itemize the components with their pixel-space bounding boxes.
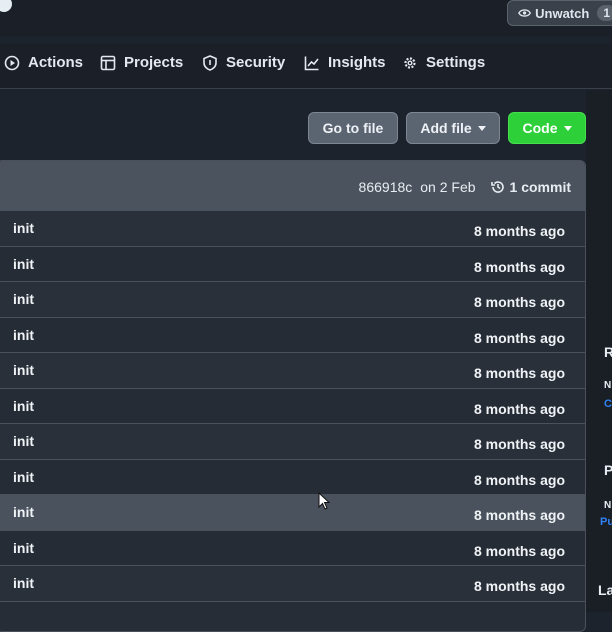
gear-icon <box>404 56 416 69</box>
add-file-label: Add file <box>420 120 472 136</box>
sidebar-link-c[interactable]: C <box>604 398 612 410</box>
avatar[interactable] <box>0 0 14 14</box>
commit-message[interactable]: init <box>13 398 34 414</box>
commit-message[interactable]: init <box>13 362 34 378</box>
unwatch-label: Unwatch <box>535 5 590 21</box>
go-to-file-button[interactable]: Go to file <box>308 112 398 144</box>
caret-down-icon <box>563 125 572 131</box>
go-to-file-label: Go to file <box>322 120 384 136</box>
graph-icon <box>304 56 319 70</box>
play-icon <box>4 55 20 70</box>
sidebar-heading-la: La <box>598 582 612 598</box>
watch-count: 1 <box>597 5 612 21</box>
sidebar-heading-r: R <box>604 344 612 360</box>
tab-insights[interactable]: Insights <box>304 54 386 71</box>
commit-message[interactable]: init <box>13 504 34 520</box>
table-row[interactable]: init 8 months ago <box>0 246 585 282</box>
table-row[interactable]: init 8 months ago <box>0 530 585 566</box>
table-row[interactable]: init 8 months ago <box>0 459 585 495</box>
sidebar-text-n1: N <box>604 380 612 391</box>
table-icon <box>100 55 116 70</box>
commit-age: 8 months ago <box>473 436 565 452</box>
tab-security-label: Security <box>226 54 286 71</box>
tab-projects[interactable]: Projects <box>100 54 183 71</box>
commit-hash[interactable]: 866918c <box>359 179 413 195</box>
commit-age: 8 months ago <box>473 400 565 417</box>
mouse-cursor-icon <box>318 492 331 510</box>
add-file-button[interactable]: Add file <box>406 112 500 144</box>
commit-age: 8 months ago <box>473 542 565 559</box>
commit-message[interactable]: init <box>13 220 34 236</box>
eye-icon <box>518 9 532 17</box>
table-row[interactable]: init 8 months ago <box>0 317 585 353</box>
sidebar-text-n2: N <box>604 500 612 511</box>
table-row-hovered[interactable]: init 8 months ago <box>0 495 585 531</box>
repo-nav: Actions Projects Security Insights Setti… <box>0 44 612 89</box>
about-sidebar: R N C P N Pu La <box>586 90 612 612</box>
commit-message[interactable]: init <box>13 540 34 556</box>
commit-age: 8 months ago <box>473 329 565 346</box>
commit-age: 8 months ago <box>473 294 565 310</box>
commit-message[interactable]: init <box>13 433 34 449</box>
commit-age: 8 months ago <box>473 223 565 239</box>
tab-settings[interactable]: Settings <box>402 54 485 71</box>
commit-count-label: 1 commit <box>509 179 571 195</box>
commit-count-link[interactable]: 1 commit <box>490 179 571 195</box>
commit-info: 866918c on 2 Feb 1 commit <box>359 179 571 195</box>
top-bar: Unwatch 1 <box>0 0 612 36</box>
table-row[interactable]: init 8 months ago <box>0 424 585 460</box>
commit-date: on 2 Feb <box>420 179 476 195</box>
history-icon <box>490 181 504 193</box>
code-label: Code <box>522 120 558 136</box>
commit-age: 8 months ago <box>473 578 565 594</box>
commit-age: 8 months ago <box>473 507 565 523</box>
tab-security[interactable]: Security <box>202 54 285 71</box>
table-row[interactable]: init 8 months ago <box>0 566 585 602</box>
shield-icon <box>203 54 217 71</box>
latest-commit-bar: 866918c on 2 Feb 1 commit <box>0 161 585 212</box>
commit-age: 8 months ago <box>473 365 565 381</box>
tab-insights-label: Insights <box>328 54 386 71</box>
commit-message[interactable]: init <box>13 469 34 485</box>
sidebar-link-pu[interactable]: Pu <box>600 516 612 528</box>
tab-settings-label: Settings <box>426 54 486 71</box>
caret-down-icon <box>477 125 486 131</box>
commit-age: 8 months ago <box>473 258 565 275</box>
file-rows: init 8 months ago init 8 months ago init 8 … <box>0 211 585 602</box>
commit-message[interactable]: init <box>13 327 34 343</box>
table-row[interactable]: init 8 months ago <box>0 353 585 389</box>
sidebar-heading-p: P <box>604 462 612 478</box>
tab-projects-label: Projects <box>124 54 184 71</box>
table-row[interactable]: init 8 months ago <box>0 211 585 247</box>
commit-message[interactable]: init <box>13 256 34 272</box>
unwatch-button[interactable]: Unwatch 1 <box>507 0 612 26</box>
tab-actions-label: Actions <box>28 54 84 71</box>
commit-age: 8 months ago <box>473 471 565 488</box>
table-row[interactable]: init 8 months ago <box>0 282 585 318</box>
file-list-panel: 866918c on 2 Feb 1 commit init 8 months a… <box>0 160 586 632</box>
code-button[interactable]: Code <box>508 112 586 144</box>
commit-message[interactable]: init <box>13 575 34 591</box>
commit-message[interactable]: init <box>13 291 34 307</box>
table-row[interactable]: init 8 months ago <box>0 388 585 424</box>
tab-actions[interactable]: Actions <box>4 54 83 71</box>
